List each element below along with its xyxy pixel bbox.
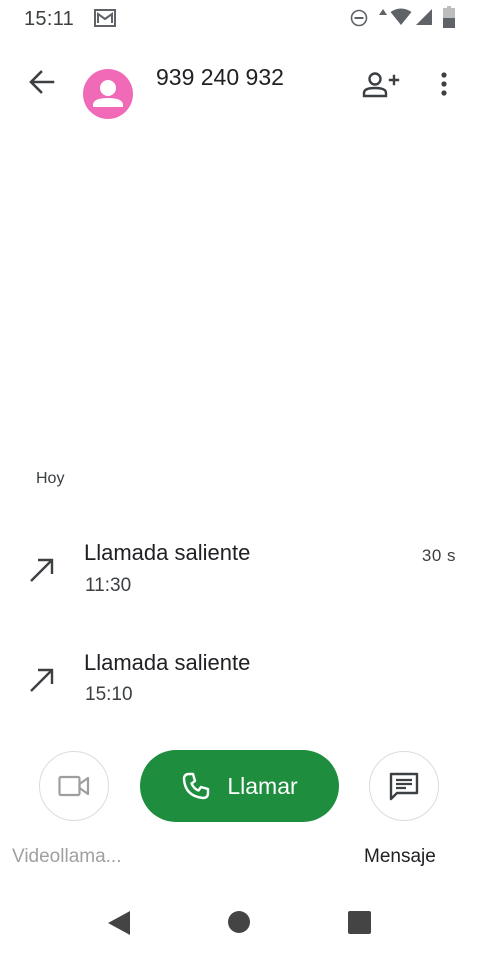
video-camera-icon [58, 775, 90, 797]
call-time: 11:30 [85, 575, 132, 596]
outgoing-call-icon [30, 558, 54, 582]
section-label-today: Hoy [36, 470, 65, 487]
message-icon [389, 772, 419, 801]
call-type: Llamada saliente [84, 650, 251, 675]
battery-icon [443, 6, 455, 28]
phone-icon [183, 772, 210, 800]
signal-icon [416, 9, 432, 25]
call-button[interactable]: Llamar [140, 750, 339, 822]
more-vert-icon [441, 72, 447, 96]
add-contact-icon [362, 72, 400, 98]
nav-back-icon[interactable] [106, 910, 132, 936]
data-arrow-icon [379, 9, 387, 15]
call-type: Llamada saliente [84, 540, 251, 565]
call-time: 15:10 [85, 684, 133, 705]
do-not-disturb-icon [350, 9, 368, 27]
back-button[interactable] [24, 64, 60, 100]
more-button[interactable] [432, 70, 456, 100]
nav-recents-icon[interactable] [348, 911, 371, 934]
message-button[interactable] [369, 751, 439, 821]
avatar[interactable] [83, 69, 133, 119]
status-time: 15:11 [24, 8, 75, 30]
message-label: Mensaje [364, 846, 436, 867]
nav-home-icon[interactable] [228, 911, 250, 933]
gmail-icon [94, 9, 116, 27]
call-history-item[interactable]: Llamada saliente 15:10 [0, 640, 480, 730]
contact-number: 939 240 932 [156, 64, 284, 90]
call-history-item[interactable]: Llamada saliente 11:30 30 s [0, 530, 480, 620]
video-call-label: Videollama... [12, 846, 122, 867]
outgoing-call-icon [30, 668, 54, 692]
add-contact-button[interactable] [360, 68, 400, 102]
call-button-label: Llamar [227, 772, 298, 799]
call-duration: 30 s [421, 546, 456, 565]
video-call-button[interactable] [39, 751, 109, 821]
avatar-person-icon [93, 80, 123, 107]
wifi-icon [390, 8, 412, 25]
back-arrow-icon [29, 70, 55, 94]
